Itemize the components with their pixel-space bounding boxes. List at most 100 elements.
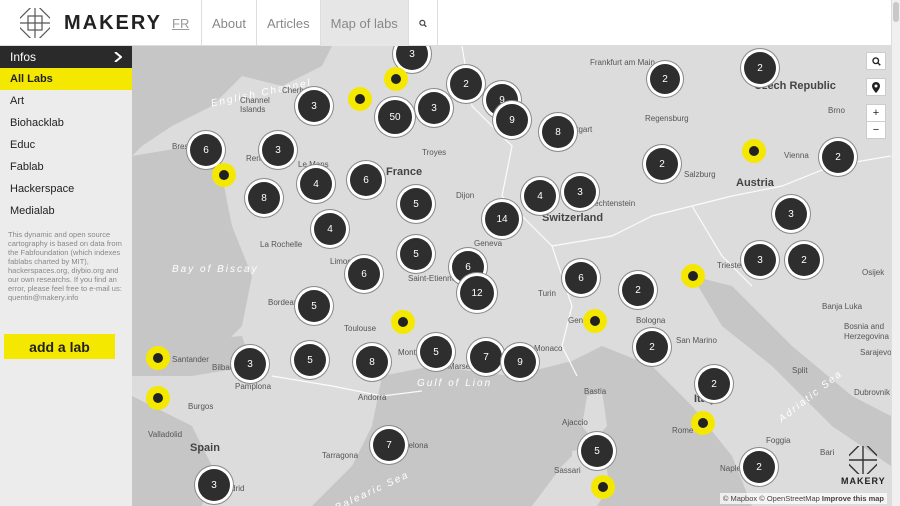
- lab-pin[interactable]: [691, 411, 715, 435]
- nav-about[interactable]: About: [201, 0, 256, 46]
- filter-educ[interactable]: Educ: [0, 134, 132, 156]
- cluster-marker[interactable]: 6: [350, 164, 382, 196]
- cluster-marker[interactable]: 8: [356, 346, 388, 378]
- label-sarajevo: Sarajevo: [860, 348, 891, 357]
- page-scrollbar[interactable]: [891, 0, 900, 506]
- zoom-in-button[interactable]: +: [866, 104, 886, 122]
- cluster-marker[interactable]: 8: [542, 116, 574, 148]
- cluster-marker[interactable]: 2: [788, 244, 820, 276]
- cluster-marker[interactable]: 2: [744, 52, 776, 84]
- label-austria: Austria: [736, 177, 774, 189]
- filter-fablab[interactable]: Fablab: [0, 156, 132, 178]
- makery-logo-icon: [14, 2, 56, 44]
- cluster-marker[interactable]: 14: [485, 202, 519, 236]
- cluster-marker[interactable]: 5: [294, 344, 326, 376]
- cluster-marker[interactable]: 12: [460, 276, 494, 310]
- label-bosnia: Bosnia and Herzegovina: [844, 322, 889, 341]
- filter-all-labs[interactable]: All Labs: [0, 68, 132, 90]
- lab-pin[interactable]: [742, 139, 766, 163]
- lab-pin[interactable]: [583, 309, 607, 333]
- cluster-marker[interactable]: 2: [636, 331, 668, 363]
- lab-pin[interactable]: [146, 386, 170, 410]
- label-andorra: Andorra: [358, 393, 387, 402]
- cluster-marker[interactable]: 2: [650, 64, 680, 94]
- label-valladolid: Valladolid: [148, 430, 183, 439]
- label-foggia: Foggia: [766, 436, 791, 445]
- lab-pin[interactable]: [212, 163, 236, 187]
- map-canvas[interactable]: English Channel Bay of Biscay Gulf of Li…: [132, 46, 891, 506]
- locate-button[interactable]: [866, 78, 886, 96]
- infos-toggle[interactable]: Infos: [0, 46, 132, 68]
- label-trieste: Trieste: [717, 261, 742, 270]
- lab-pin[interactable]: [391, 310, 415, 334]
- zoom-out-button[interactable]: −: [866, 121, 886, 139]
- label-bay-of-biscay: Bay of Biscay: [172, 264, 259, 275]
- cluster-marker[interactable]: 3: [262, 134, 294, 166]
- label-brest: Brest: [172, 142, 191, 151]
- cluster-marker[interactable]: 4: [524, 180, 556, 212]
- label-naples: Naples: [720, 464, 745, 473]
- cluster-marker[interactable]: 3: [298, 90, 330, 122]
- label-tarragona: Tarragona: [322, 451, 359, 460]
- nav-articles[interactable]: Articles: [255, 0, 320, 46]
- infos-label: Infos: [10, 50, 37, 64]
- search-icon: [419, 19, 427, 27]
- scrollbar-thumb[interactable]: [893, 2, 899, 22]
- map-search-button[interactable]: [866, 52, 886, 70]
- filter-medialab[interactable]: Medialab: [0, 200, 132, 222]
- add-lab-button[interactable]: add a lab: [4, 334, 115, 359]
- cluster-marker[interactable]: 2: [450, 68, 482, 100]
- cluster-marker[interactable]: 3: [198, 469, 230, 501]
- lab-pin[interactable]: [384, 67, 408, 91]
- improve-map-link[interactable]: Improve this map: [822, 494, 884, 503]
- makery-logo[interactable]: MAKERY: [14, 2, 170, 44]
- cluster-marker[interactable]: 3: [418, 92, 450, 124]
- lab-pin[interactable]: [681, 264, 705, 288]
- cluster-marker[interactable]: 3: [775, 198, 807, 230]
- cluster-marker[interactable]: 2: [646, 148, 678, 180]
- search-button[interactable]: [407, 0, 438, 46]
- label-brno: Brno: [828, 106, 845, 115]
- lab-pin[interactable]: [591, 475, 615, 499]
- nav-map-of-labs[interactable]: Map of labs: [319, 0, 408, 46]
- cluster-marker[interactable]: 5: [420, 336, 452, 368]
- cluster-marker[interactable]: 50: [378, 100, 412, 134]
- cluster-marker[interactable]: 3: [744, 244, 776, 276]
- cluster-marker[interactable]: 6: [348, 258, 380, 290]
- lab-pin[interactable]: [146, 346, 170, 370]
- cluster-marker[interactable]: 9: [504, 346, 536, 378]
- cluster-marker[interactable]: 8: [248, 182, 280, 214]
- cluster-marker[interactable]: 6: [565, 262, 597, 294]
- cluster-marker[interactable]: 6: [190, 134, 222, 166]
- cluster-marker[interactable]: 5: [298, 290, 330, 322]
- lab-pin[interactable]: [348, 87, 372, 111]
- cluster-marker[interactable]: 3: [234, 348, 266, 380]
- filter-art[interactable]: Art: [0, 90, 132, 112]
- filter-hackerspace[interactable]: Hackerspace: [0, 178, 132, 200]
- cluster-marker[interactable]: 4: [300, 168, 332, 200]
- cluster-marker[interactable]: 5: [581, 435, 613, 467]
- label-channel-islands: Channel Islands: [240, 96, 270, 114]
- label-bari: Bari: [820, 448, 835, 457]
- cluster-marker[interactable]: 2: [743, 451, 775, 483]
- filter-biohacklab[interactable]: Biohacklab: [0, 112, 132, 134]
- cluster-marker[interactable]: 7: [373, 429, 405, 461]
- cluster-marker[interactable]: 5: [400, 238, 432, 270]
- sidebar: Infos All Labs Art Biohacklab Educ Fabla…: [0, 46, 132, 506]
- label-france: France: [386, 166, 423, 178]
- cluster-marker[interactable]: 3: [564, 176, 596, 208]
- label-dijon: Dijon: [456, 191, 475, 200]
- language-switch-link[interactable]: FR: [172, 16, 189, 31]
- label-bilbao: Bilbao: [212, 363, 235, 372]
- cluster-marker[interactable]: 2: [622, 274, 654, 306]
- cluster-marker[interactable]: 7: [470, 341, 502, 373]
- cluster-marker[interactable]: 5: [400, 188, 432, 220]
- label-la-rochelle: La Rochelle: [260, 240, 303, 249]
- attribution-text[interactable]: © Mapbox © OpenStreetMap: [723, 494, 820, 503]
- chevron-right-icon: [114, 52, 122, 62]
- cluster-marker[interactable]: 9: [496, 104, 528, 136]
- cluster-marker[interactable]: 4: [314, 213, 346, 245]
- cluster-marker[interactable]: 2: [822, 141, 854, 173]
- label-liechtenstein: Liechtenstein: [588, 199, 636, 208]
- cluster-marker[interactable]: 2: [698, 368, 730, 400]
